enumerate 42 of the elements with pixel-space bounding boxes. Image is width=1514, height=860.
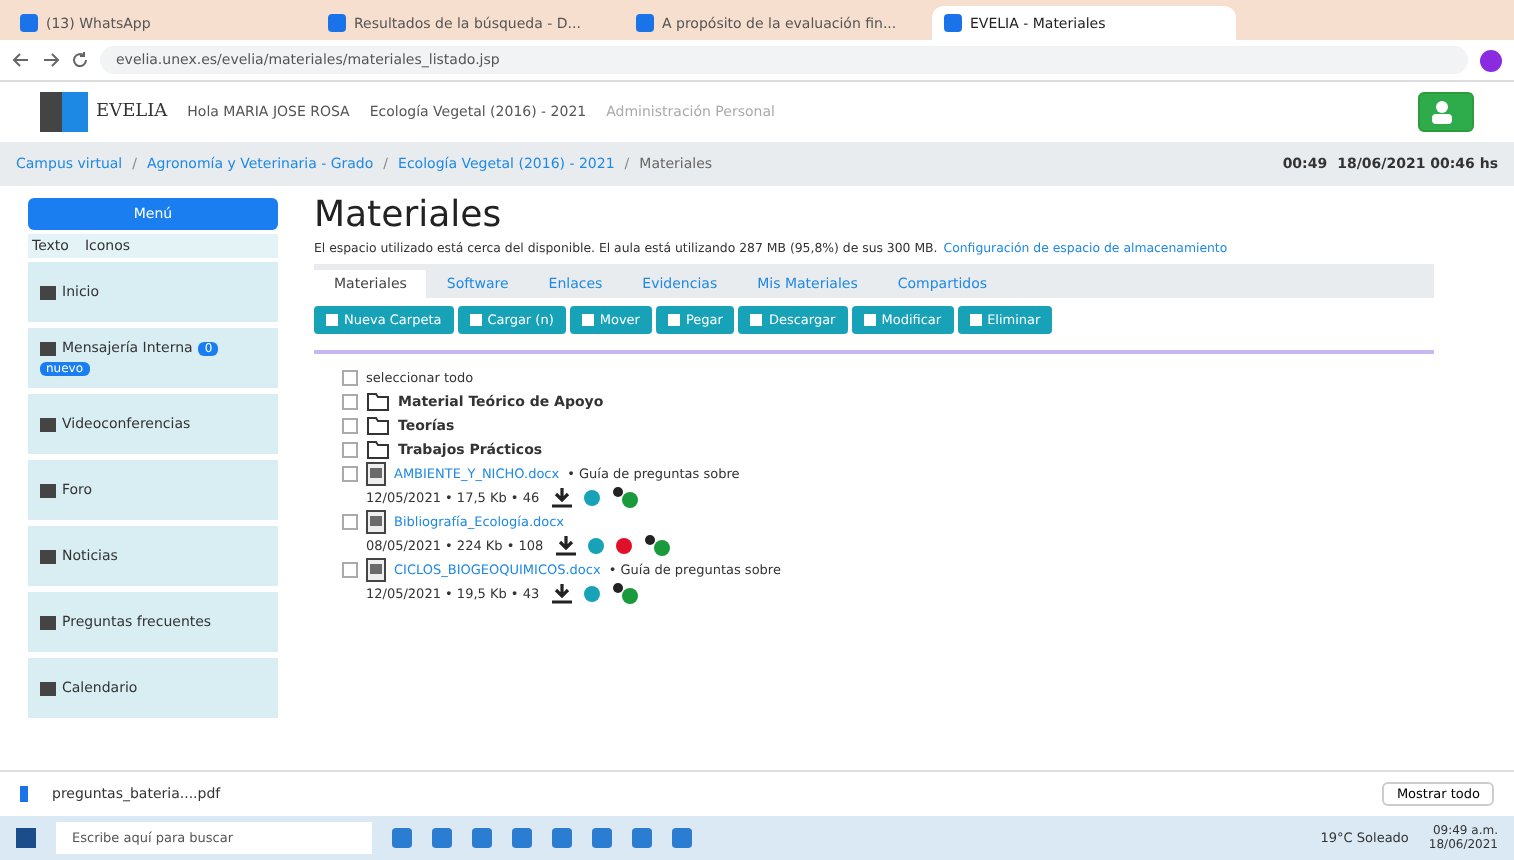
folder-icon — [366, 416, 390, 436]
download-icon[interactable] — [551, 488, 572, 508]
checkbox[interactable] — [342, 370, 358, 386]
document-icon — [366, 558, 386, 582]
menu-item-icon — [40, 483, 56, 497]
profile-icon[interactable] — [1480, 49, 1502, 71]
menu-item-icon — [40, 417, 56, 431]
logo-icon — [40, 92, 88, 132]
favicon-icon — [20, 14, 38, 32]
folder-icon — [366, 440, 390, 460]
forward-icon[interactable] — [42, 52, 60, 68]
user-menu-button[interactable] — [1418, 92, 1474, 132]
reload-icon[interactable] — [72, 52, 88, 68]
checkbox[interactable] — [342, 418, 358, 434]
folder-icon — [366, 392, 390, 412]
info-icon[interactable] — [583, 586, 600, 602]
menu-item-icon — [40, 341, 56, 355]
menu-item-icon — [40, 549, 56, 563]
info-icon[interactable] — [583, 490, 600, 506]
favicon-icon — [328, 14, 346, 32]
share-icon[interactable] — [643, 534, 672, 558]
download-icon[interactable] — [555, 536, 576, 556]
document-icon — [366, 510, 386, 534]
download-icon[interactable] — [551, 584, 572, 604]
favicon-icon — [944, 14, 962, 32]
document-icon — [366, 462, 386, 486]
checkbox[interactable] — [342, 514, 358, 530]
checkbox[interactable] — [342, 562, 358, 578]
checkbox[interactable] — [342, 442, 358, 458]
favicon-icon — [636, 14, 654, 32]
share-icon[interactable] — [611, 486, 640, 510]
menu-item-icon — [40, 615, 56, 629]
checkbox[interactable] — [342, 466, 358, 482]
share-icon[interactable] — [611, 582, 640, 606]
page-title: Materiales — [314, 194, 504, 236]
start-icon[interactable] — [16, 828, 36, 848]
menu-item-icon — [40, 285, 56, 299]
menu-item-icon — [40, 681, 56, 695]
back-icon[interactable] — [12, 52, 30, 68]
info-icon[interactable] — [587, 538, 604, 554]
logo: EVELIA — [96, 102, 168, 122]
checkbox[interactable] — [342, 394, 358, 410]
